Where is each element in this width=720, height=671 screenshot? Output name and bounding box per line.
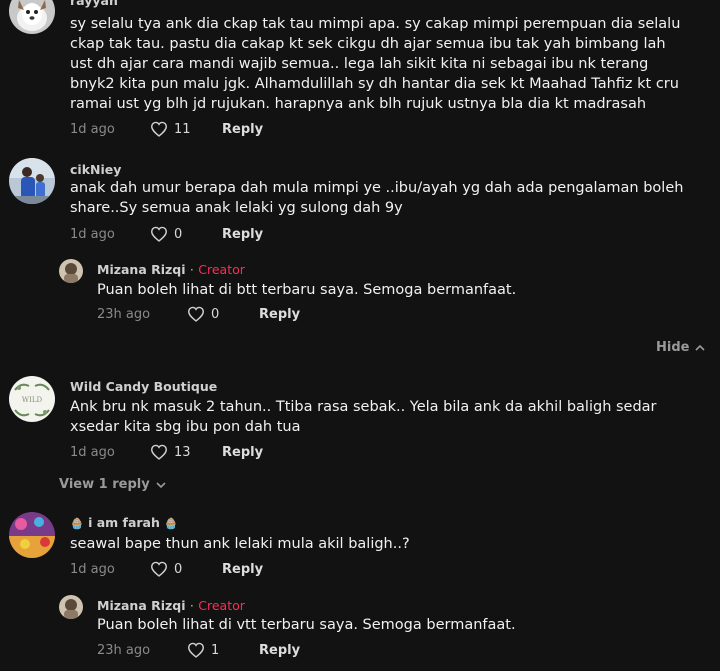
heart-icon: [150, 561, 168, 577]
comment-text-line: bnyk2 kita pun malu jgk. Alhamdulillah s…: [70, 76, 679, 92]
emoji-icon: 🧁: [70, 517, 84, 530]
comment-username[interactable]: i am farah: [88, 515, 160, 530]
comment-text-line: seawal bape thun ank lelaki mula akil ba…: [70, 536, 410, 552]
like-count: 11: [174, 121, 191, 137]
creator-badge: Creator: [198, 262, 245, 277]
like-button[interactable]: 0: [150, 226, 222, 242]
avatar[interactable]: [59, 259, 83, 283]
like-count: 13: [174, 444, 191, 460]
reply-button[interactable]: Reply: [259, 307, 300, 322]
emoji-icon: 🧁: [164, 517, 178, 530]
reply-button[interactable]: Reply: [222, 122, 263, 137]
comment-text-line: xsedar kita sbg ibu pon dah tua: [70, 419, 301, 435]
chevron-down-icon: [156, 481, 166, 488]
avatar[interactable]: [9, 512, 55, 558]
reply-text: Puan boleh lihat di vtt terbaru saya. Se…: [97, 615, 516, 635]
view-replies-label: View 1 reply: [59, 477, 150, 492]
heart-icon: [187, 306, 205, 322]
avatar[interactable]: [9, 0, 55, 34]
comment-text-line: anak dah umur berapa dah mula mimpi ye .…: [70, 180, 684, 196]
hide-label: Hide: [656, 340, 690, 355]
reply-timestamp: 23h ago: [97, 306, 151, 322]
comment-text-line: ust dh ajar cara mandi wajib semua.. leg…: [70, 56, 649, 72]
comment-meta: 1d ago 0 Reply: [70, 226, 263, 242]
like-button[interactable]: 1: [187, 642, 259, 658]
comment-text: seawal bape thun ank lelaki mula akil ba…: [70, 534, 410, 554]
reply-button[interactable]: Reply: [222, 227, 263, 242]
heart-icon: [150, 226, 168, 242]
comment-text-line: Puan boleh lihat di vtt terbaru saya. Se…: [97, 617, 516, 633]
comment-meta: 1d ago 0 Reply: [70, 561, 263, 577]
heart-icon: [150, 121, 168, 137]
view-replies-button[interactable]: View 1 reply: [59, 477, 166, 492]
like-button[interactable]: 11: [150, 121, 222, 137]
reply-meta: 23h ago 0 Reply: [97, 306, 300, 322]
reply-text: Puan boleh lihat di btt terbaru saya. Se…: [97, 280, 516, 300]
like-count: 0: [211, 306, 220, 322]
reply-username[interactable]: Mizana Rizqi: [97, 598, 186, 613]
avatar[interactable]: [9, 158, 55, 204]
like-count: 0: [174, 226, 183, 242]
comment-meta: 1d ago 13 Reply: [70, 444, 263, 460]
separator-dot: ·: [189, 262, 194, 277]
svg-text:WILD: WILD: [22, 396, 43, 404]
comment-timestamp: 1d ago: [70, 226, 115, 242]
comment-username[interactable]: cikNiey: [70, 162, 121, 177]
comment-timestamp: 1d ago: [70, 121, 115, 137]
like-button[interactable]: 0: [187, 306, 259, 322]
comment-username[interactable]: Wild Candy Boutique: [70, 379, 217, 394]
like-count: 0: [174, 561, 183, 577]
like-count: 1: [211, 642, 220, 658]
comment-text: Ank bru nk masuk 2 tahun.. Ttiba rasa se…: [70, 397, 657, 437]
reply-username-row: Mizana Rizqi · Creator: [97, 262, 245, 277]
comment-text: sy selalu tya ank dia ckap tak tau mimpi…: [70, 14, 680, 114]
comment-timestamp: 1d ago: [70, 561, 115, 577]
reply-meta: 23h ago 1 Reply: [97, 642, 300, 658]
reply-button[interactable]: Reply: [222, 562, 263, 577]
avatar[interactable]: WILD: [9, 376, 55, 422]
comment-text-line: share..Sy semua anak lelaki yg sulong da…: [70, 200, 403, 216]
comment-text-line: sy selalu tya ank dia ckap tak tau mimpi…: [70, 16, 681, 32]
comment-text-line: ckap tak tau. pastu dia cakap kt sek cik…: [70, 36, 666, 52]
comment-meta: 1d ago 11 Reply: [70, 121, 263, 137]
comment-text: anak dah umur berapa dah mula mimpi ye .…: [70, 178, 683, 218]
comment-text-line: Ank bru nk masuk 2 tahun.. Ttiba rasa se…: [70, 399, 657, 415]
reply-username[interactable]: Mizana Rizqi: [97, 262, 186, 277]
heart-icon: [187, 642, 205, 658]
comment-text-line: Puan boleh lihat di btt terbaru saya. Se…: [97, 282, 517, 298]
reply-username-row: Mizana Rizqi · Creator: [97, 598, 245, 613]
comment-text-line: ramai ust yg blh jd rujukan. harapnya an…: [70, 96, 647, 112]
like-button[interactable]: 13: [150, 444, 222, 460]
comment-timestamp: 1d ago: [70, 444, 115, 460]
creator-badge: Creator: [198, 598, 245, 613]
reply-timestamp: 23h ago: [97, 642, 151, 658]
comment-username-row: 🧁 i am farah 🧁: [70, 515, 178, 530]
comment-username[interactable]: rayyan: [70, 0, 118, 8]
avatar[interactable]: [59, 595, 83, 619]
reply-button[interactable]: Reply: [259, 643, 300, 658]
chevron-up-icon: [695, 344, 706, 351]
reply-button[interactable]: Reply: [222, 445, 263, 460]
heart-icon: [150, 444, 168, 460]
hide-replies-button[interactable]: Hide: [656, 340, 706, 355]
separator-dot: ·: [189, 598, 194, 613]
like-button[interactable]: 0: [150, 561, 222, 577]
